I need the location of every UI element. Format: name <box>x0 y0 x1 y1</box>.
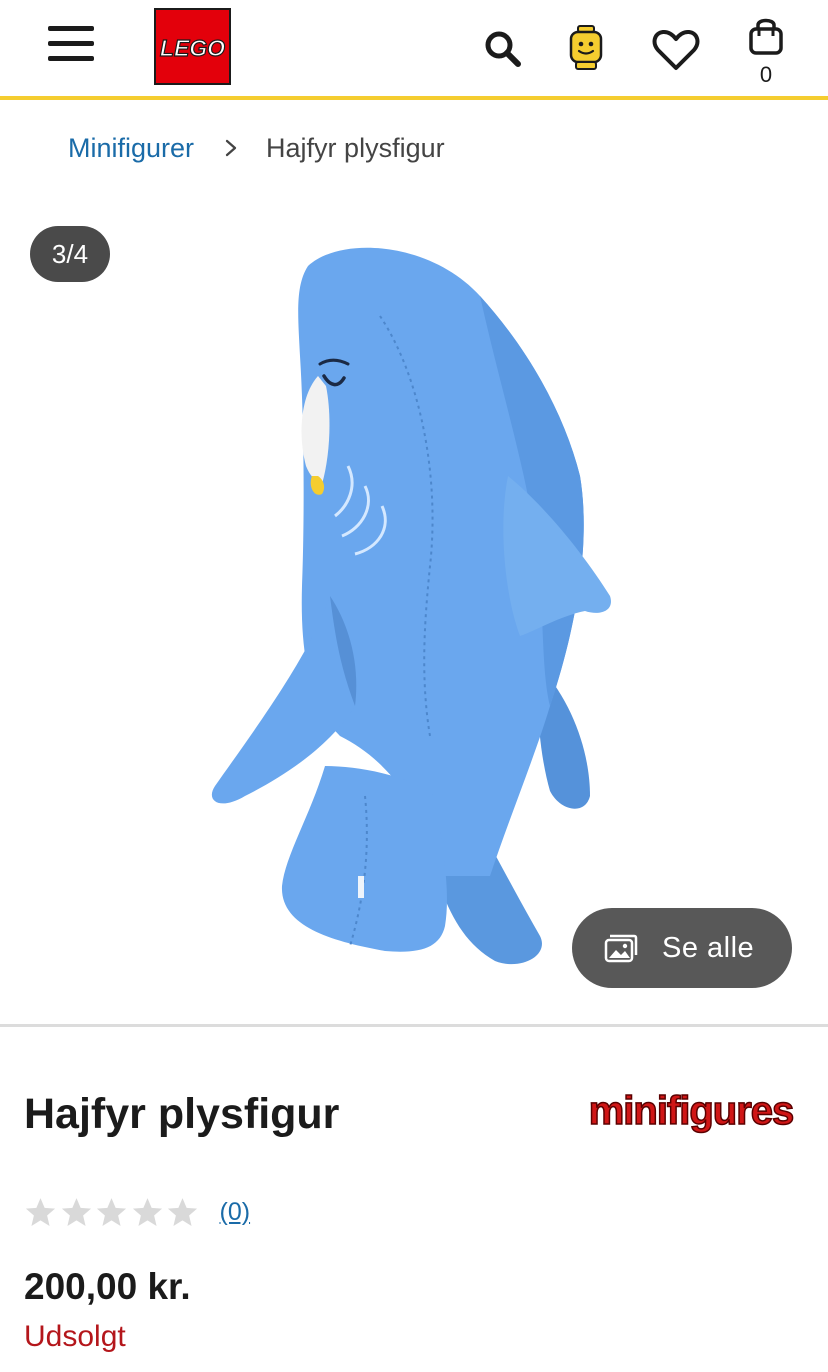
star-icon <box>132 1198 162 1226</box>
bag-icon[interactable] <box>746 16 786 56</box>
section-divider <box>0 1024 828 1027</box>
chevron-right-icon <box>225 139 237 157</box>
image-counter: 3/4 <box>30 226 110 282</box>
breadcrumb: Minifigurer Hajfyr plysfigur <box>68 128 445 168</box>
stock-status: Udsolgt <box>24 1320 126 1353</box>
lego-logo-text: LEGO <box>160 35 225 61</box>
see-all-button[interactable]: Se alle <box>572 908 792 988</box>
product-image-shark-plush[interactable] <box>190 236 630 976</box>
product-gallery[interactable]: 3/4 Se alle <box>0 196 828 1024</box>
see-all-label: Se alle <box>662 931 755 964</box>
lego-logo[interactable]: LEGO <box>154 8 231 85</box>
star-icon <box>96 1198 127 1226</box>
breadcrumb-link-minifigurer[interactable]: Minifigurer <box>68 133 194 164</box>
vip-minifig-icon[interactable] <box>566 24 606 72</box>
star-icon <box>167 1198 198 1226</box>
gallery-icon <box>604 934 638 963</box>
product-title: Hajfyr plysfigur <box>24 1090 340 1138</box>
breadcrumb-current: Hajfyr plysfigur <box>266 132 445 163</box>
star-icon <box>61 1198 91 1226</box>
minifigures-brand-logo[interactable]: minifigures <box>578 1084 804 1146</box>
site-header: LEGO 0 <box>0 0 828 100</box>
menu-icon[interactable] <box>48 26 96 68</box>
rating: (0) <box>24 1196 250 1229</box>
product-price: 200,00 kr. <box>24 1266 191 1307</box>
review-count-link[interactable]: (0) <box>220 1198 251 1227</box>
search-icon[interactable] <box>482 28 522 68</box>
brand-logo-text: minifigures <box>589 1089 794 1133</box>
heart-icon[interactable] <box>652 28 700 72</box>
star-icon <box>25 1198 56 1226</box>
bag-count: 0 <box>759 62 773 87</box>
